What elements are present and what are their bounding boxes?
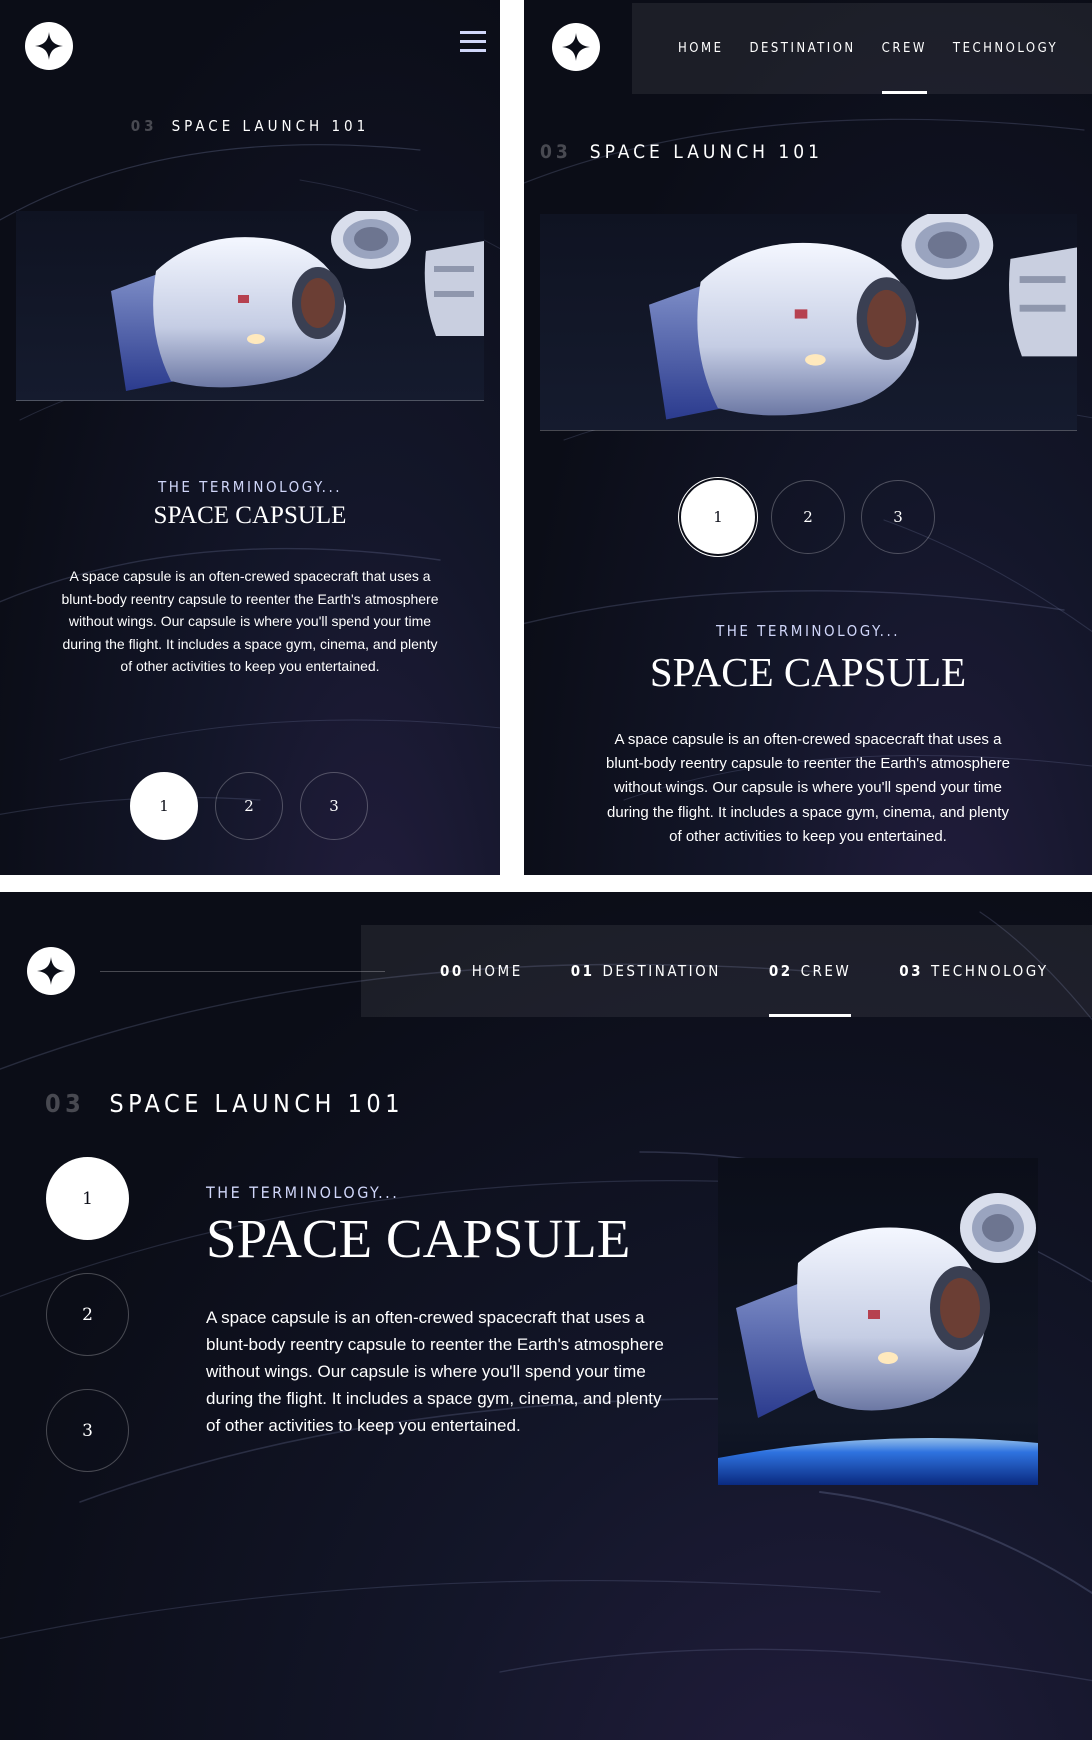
nav-item-number: 02: [768, 962, 793, 980]
tech-subtitle: THE TERMINOLOGY...: [157, 478, 343, 496]
pager-button-2[interactable]: 2: [215, 772, 283, 840]
tech-name: SPACE CAPSULE: [153, 502, 347, 529]
tablet-view: HOME DESTINATION CREW TECHNOLOGY 03 SPACE…: [524, 0, 1092, 875]
nav-item-crew[interactable]: 02 CREW: [768, 925, 852, 1017]
page-heading: 03 SPACE LAUNCH 101: [0, 117, 500, 135]
tech-name: SPACE CAPSULE: [206, 1208, 631, 1269]
tech-description: A space capsule is an often-crewed space…: [206, 1308, 664, 1435]
nav-item-label: DESTINATION: [602, 962, 721, 980]
pager-button-1[interactable]: 1: [681, 480, 755, 554]
tech-description: A space capsule is an often-crewed space…: [606, 731, 1010, 845]
pager-button-3[interactable]: 3: [861, 480, 935, 554]
pager-button-2[interactable]: 2: [46, 1273, 129, 1356]
nav-item-label: HOME: [471, 962, 523, 980]
main-navigation: 00 HOME 01 DESTINATION 02 CREW 03 TECHNOLOGY: [361, 925, 1092, 1017]
nav-item-number: 00: [440, 962, 464, 980]
divider: [540, 430, 1077, 431]
pager-button-2[interactable]: 2: [771, 480, 845, 554]
nav-item-label: CREW: [800, 962, 852, 980]
main-navigation: HOME DESTINATION CREW TECHNOLOGY: [632, 3, 1092, 94]
hero-image-landscape: [16, 211, 484, 401]
nav-item-label: DESTINATION: [749, 41, 856, 56]
page-number: 03: [130, 117, 158, 135]
nav-item-label: HOME: [678, 41, 724, 56]
logo-icon[interactable]: [27, 947, 75, 995]
pager-button-1[interactable]: 1: [130, 772, 198, 840]
page-number: 03: [45, 1089, 86, 1118]
page-heading-text: SPACE LAUNCH 101: [589, 141, 824, 163]
nav-item-number: 01: [570, 962, 595, 980]
nav-item-label: TECHNOLOGY: [952, 41, 1059, 56]
desktop-view: 00 HOME 01 DESTINATION 02 CREW 03 TECHNOLOGY…: [0, 892, 1092, 1740]
hero-image-landscape: [540, 214, 1077, 430]
pager-button-3[interactable]: 3: [46, 1389, 129, 1472]
tech-description: A space capsule is an often-crewed space…: [61, 568, 439, 674]
hamburger-menu-icon[interactable]: [460, 31, 486, 53]
logo-icon[interactable]: [552, 23, 600, 71]
tech-subtitle: THE TERMINOLOGY...: [206, 1183, 400, 1202]
nav-item-home[interactable]: HOME: [678, 3, 723, 94]
nav-item-crew[interactable]: CREW: [881, 3, 928, 94]
nav-item-label: CREW: [881, 41, 927, 56]
hero-image-portrait: [718, 1158, 1038, 1485]
page-heading-text: SPACE LAUNCH 101: [109, 1089, 405, 1118]
page-heading: 03 SPACE LAUNCH 101: [45, 1089, 404, 1118]
logo-icon[interactable]: [25, 22, 73, 70]
divider: [16, 400, 484, 401]
header-divider-line: [100, 971, 385, 972]
nav-item-number: 03: [899, 962, 924, 980]
nav-item-label: TECHNOLOGY: [931, 962, 1049, 980]
page-heading: 03 SPACE LAUNCH 101: [540, 141, 823, 163]
pager-button-3[interactable]: 3: [300, 772, 368, 840]
page-heading-text: SPACE LAUNCH 101: [171, 117, 370, 135]
nav-item-technology[interactable]: 03 TECHNOLOGY: [899, 925, 1048, 1017]
page-number: 03: [540, 141, 572, 163]
nav-item-destination[interactable]: 01 DESTINATION: [571, 925, 721, 1017]
pager-button-1[interactable]: 1: [46, 1157, 129, 1240]
nav-item-destination[interactable]: DESTINATION: [749, 3, 855, 94]
nav-item-home[interactable]: 00 HOME: [440, 925, 523, 1017]
nav-item-technology[interactable]: TECHNOLOGY: [953, 3, 1058, 94]
tech-subtitle: THE TERMINOLOGY...: [715, 622, 901, 640]
tech-name: SPACE CAPSULE: [649, 649, 967, 695]
mobile-view: 03 SPACE LAUNCH 101 THE TERMINOLOGY... SP…: [0, 0, 500, 875]
